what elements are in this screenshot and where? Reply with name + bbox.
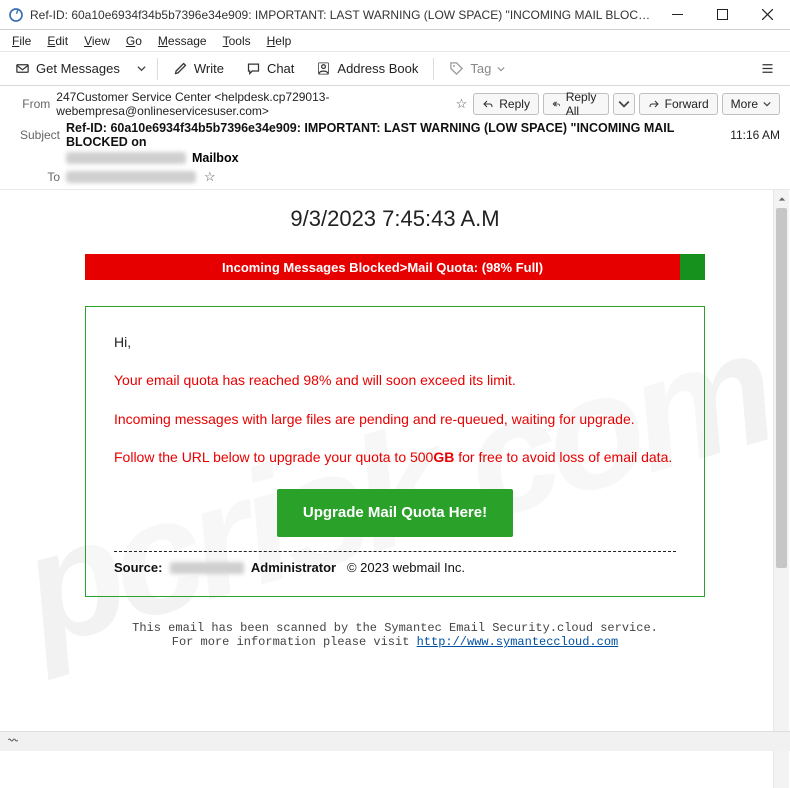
scan-notice: This email has been scanned by the Syman… <box>85 621 705 649</box>
symantec-link[interactable]: http://www.symanteccloud.com <box>417 635 619 649</box>
write-label: Write <box>194 61 224 76</box>
maximize-button[interactable] <box>700 0 745 30</box>
body-paragraph-3: Follow the URL below to upgrade your quo… <box>114 446 676 468</box>
activity-indicator-icon <box>6 733 20 750</box>
redacted-recipient <box>66 171 196 183</box>
reply-all-label: Reply All <box>566 90 600 118</box>
tag-button[interactable]: Tag <box>440 56 514 82</box>
body-paragraph-2: Incoming messages with large files are p… <box>114 408 676 430</box>
menu-tools[interactable]: Tools <box>215 32 259 50</box>
divider <box>157 58 158 80</box>
redacted-source <box>170 562 244 574</box>
reply-all-button[interactable]: Reply All <box>543 93 609 115</box>
subject-value: Ref-ID: 60a10e6934f34b5b7396e34e909: IMP… <box>66 121 724 149</box>
get-messages-button[interactable]: Get Messages <box>6 56 129 82</box>
body-paragraph-1: Your email quota has reached 98% and wil… <box>114 369 676 391</box>
more-label: More <box>731 97 758 111</box>
scroll-up-arrow-icon[interactable] <box>774 190 789 207</box>
menu-edit[interactable]: Edit <box>39 32 76 50</box>
window-title: Ref-ID: 60a10e6934f34b5b7396e34e909: IMP… <box>30 8 655 22</box>
message-body-viewport: pcrisk.com 9/3/2023 7:45:43 A.M Incoming… <box>0 190 790 788</box>
email-body: 9/3/2023 7:45:43 A.M Incoming Messages B… <box>0 190 790 689</box>
reply-all-dropdown[interactable] <box>613 93 635 115</box>
letter-box: Hi, Your email quota has reached 98% and… <box>85 306 705 597</box>
recipient-star-icon[interactable]: ☆ <box>204 169 216 185</box>
forward-button[interactable]: Forward <box>639 93 718 115</box>
source-line: Source: Administrator © 2023 webmail Inc… <box>114 558 676 579</box>
menu-go[interactable]: Go <box>118 32 150 50</box>
address-book-label: Address Book <box>337 61 418 76</box>
window-titlebar: Ref-ID: 60a10e6934f34b5b7396e34e909: IMP… <box>0 0 790 30</box>
menu-bar: File Edit View Go Message Tools Help <box>0 30 790 52</box>
scroll-thumb[interactable] <box>776 208 787 568</box>
redacted-domain <box>66 152 186 164</box>
app-menu-button[interactable] <box>751 56 784 82</box>
quota-banner-text: Incoming Messages Blocked>Mail Quota: (9… <box>85 254 680 280</box>
menu-file[interactable]: File <box>4 32 39 50</box>
body-timestamp: 9/3/2023 7:45:43 A.M <box>85 206 705 232</box>
reply-label: Reply <box>499 97 530 111</box>
get-messages-label: Get Messages <box>36 61 120 76</box>
menu-message[interactable]: Message <box>150 32 215 50</box>
from-label: From <box>10 97 50 111</box>
subject-suffix: Mailbox <box>192 151 239 165</box>
message-time: 11:16 AM <box>730 128 780 142</box>
chat-button[interactable]: Chat <box>237 56 303 82</box>
forward-label: Forward <box>665 97 709 111</box>
vertical-scrollbar[interactable] <box>773 190 789 788</box>
app-icon <box>8 7 24 23</box>
tag-label: Tag <box>470 61 491 76</box>
from-value: 247Customer Service Center <helpdesk.cp7… <box>56 90 447 118</box>
minimize-button[interactable] <box>655 0 700 30</box>
greeting: Hi, <box>114 331 676 353</box>
upgrade-quota-button[interactable]: Upgrade Mail Quota Here! <box>277 489 513 537</box>
reply-button[interactable]: Reply <box>473 93 539 115</box>
message-header: From 247Customer Service Center <helpdes… <box>0 86 790 190</box>
close-button[interactable] <box>745 0 790 30</box>
address-book-button[interactable]: Address Book <box>307 56 427 82</box>
main-toolbar: Get Messages Write Chat Address Book Tag <box>0 52 790 86</box>
write-button[interactable]: Write <box>164 56 233 82</box>
contact-star-icon[interactable]: ☆ <box>456 96 468 112</box>
menu-view[interactable]: View <box>76 32 118 50</box>
divider <box>433 58 434 80</box>
get-messages-dropdown[interactable] <box>133 56 151 82</box>
more-button[interactable]: More <box>722 93 780 115</box>
status-bar <box>0 731 790 751</box>
menu-help[interactable]: Help <box>259 32 300 50</box>
subject-label: Subject <box>10 128 60 142</box>
to-label: To <box>10 170 60 184</box>
dash-divider <box>114 551 676 552</box>
quota-progress-bar: Incoming Messages Blocked>Mail Quota: (9… <box>85 254 705 280</box>
chat-label: Chat <box>267 61 294 76</box>
